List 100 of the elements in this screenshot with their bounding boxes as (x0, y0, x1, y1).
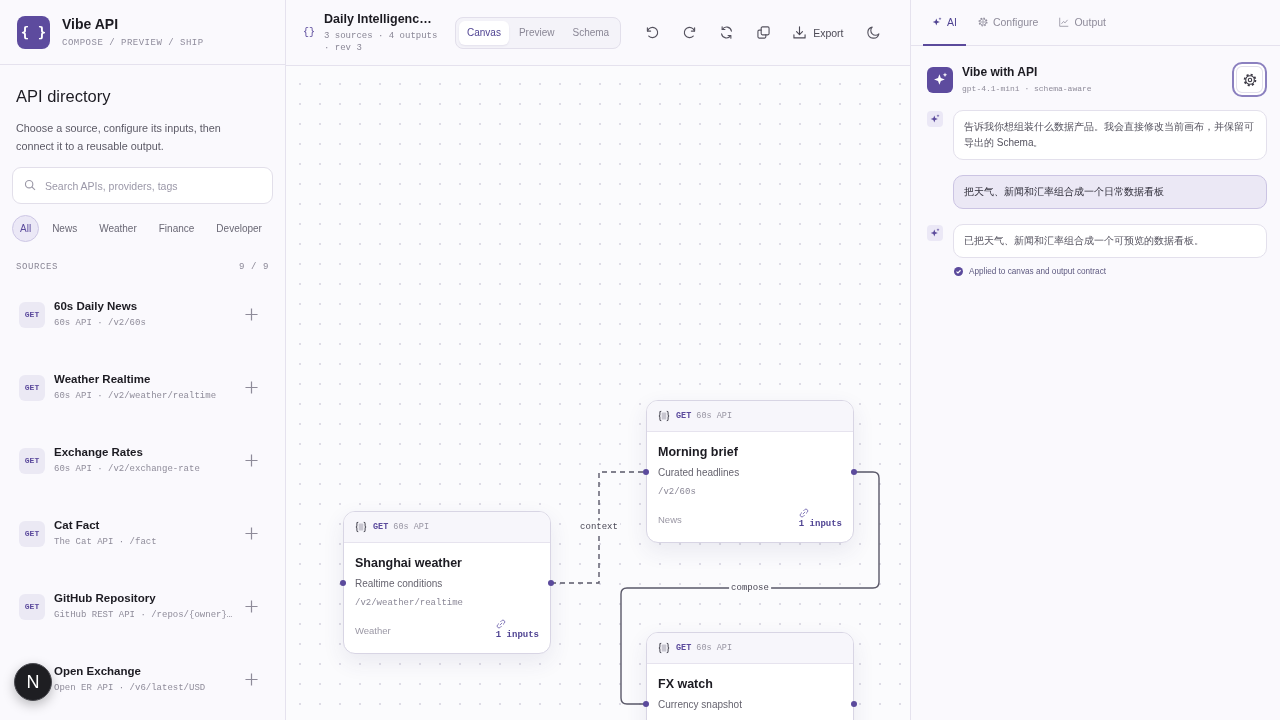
source-endpoint: 60s API · /v2/60s (54, 317, 147, 330)
source-name: GitHub Repository (54, 591, 157, 606)
check-circle-icon (954, 267, 963, 276)
assistant-title: Vibe with API (962, 65, 1039, 80)
plus-icon (244, 527, 258, 540)
filter-chip[interactable]: Weather (90, 215, 146, 242)
status-text: Applied to canvas and output contract (969, 267, 1106, 276)
node-endpoint: /v2/60s (658, 486, 697, 498)
node-category: News (658, 513, 682, 525)
source-endpoint: 60s API · /v2/weather/realtime (54, 390, 218, 403)
method-badge: GET (19, 447, 45, 474)
assistant-message: 告诉我你想组装什么数据产品。我会直接修改当前画布，并保留可导出的 Schema。 (953, 110, 1267, 160)
refresh-icon (719, 26, 733, 39)
connection-port[interactable] (340, 580, 346, 586)
sparkle-icon (927, 225, 943, 241)
link-icon (495, 619, 506, 629)
search-icon (24, 179, 36, 191)
braces-icon (658, 642, 670, 654)
source-name: Open Exchange (54, 664, 142, 679)
node-card[interactable]: GET 60s API FX watch Currency snapshot (646, 632, 854, 720)
plus-icon (244, 454, 258, 467)
settings-icon (1242, 72, 1257, 87)
view-tab[interactable]: Schema (564, 20, 618, 45)
panel-tab[interactable]: Configure (968, 0, 1048, 46)
method-badge: GET (19, 301, 45, 328)
node-subtitle: Curated headlines (658, 466, 741, 480)
source-name: 60s Daily News (54, 299, 139, 314)
source-count: 9 / 9 (239, 261, 269, 273)
node-title: Morning brief (658, 444, 739, 460)
connection-port[interactable] (548, 580, 554, 586)
provider-label: 60s API (696, 643, 733, 653)
plus-icon (244, 381, 258, 394)
gear-icon (977, 17, 988, 27)
section-label: SOURCES (16, 261, 58, 273)
source-endpoint: The Cat API · /fact (54, 536, 158, 549)
export-button[interactable]: Export (785, 17, 852, 48)
edge-label: context (578, 520, 620, 534)
braces-icon (355, 521, 367, 533)
method-label: GET (676, 643, 692, 653)
view-tab[interactable]: Canvas (459, 20, 509, 45)
source-name: Weather Realtime (54, 372, 152, 387)
input-count: 1 inputs (798, 518, 842, 530)
sparkle-icon (927, 66, 953, 93)
document-icon: {} (303, 27, 316, 38)
assistant-message: 已把天气、新闻和汇率组合成一个可预览的数据看板。 (953, 224, 1267, 258)
source-endpoint: Open ER API · /v6/latest/USD (54, 682, 207, 695)
sparkle-icon (927, 111, 943, 127)
search-field[interactable]: Search APIs, providers, tags (12, 167, 273, 204)
moon-icon (867, 26, 881, 39)
app-logo: { } (17, 15, 50, 49)
document-meta: 3 sources · 4 outputs · rev 3 (324, 30, 439, 54)
node-subtitle: Realtime conditions (355, 577, 444, 591)
sparkle-icon (932, 17, 942, 27)
provider-label: 60s API (393, 522, 430, 532)
method-badge: GET (19, 593, 45, 620)
redo-icon (682, 26, 696, 39)
node-title: Shanghai weather (355, 555, 463, 571)
filter-chip[interactable]: Finance (149, 215, 204, 242)
panel-title: API directory (15, 86, 112, 107)
filter-chip[interactable]: Developer (207, 215, 271, 242)
method-label: GET (373, 522, 389, 532)
user-message: 把天气、新闻和汇率组合成一个日常数据看板 (953, 175, 1267, 209)
plus-icon (244, 673, 258, 686)
node-endpoint: /v2/weather/realtime (355, 597, 465, 609)
source-name: Exchange Rates (54, 445, 144, 460)
app-tagline: COMPOSE / PREVIEW / SHIP (62, 36, 204, 50)
panel-tab[interactable]: AI (923, 0, 966, 46)
filter-chip[interactable]: News (43, 215, 87, 242)
method-label: GET (676, 411, 692, 421)
view-tab[interactable]: Preview (510, 20, 563, 45)
panel-description: Choose a source, configure its inputs, then connect it to a reusable output. (15, 121, 222, 154)
copy-icon (756, 26, 770, 39)
connection-port[interactable] (851, 469, 857, 475)
settings-button[interactable] (1232, 62, 1267, 97)
model-label: gpt-4.1-mini · schema-aware (962, 84, 1093, 94)
undo-icon (645, 26, 659, 39)
node-card[interactable]: GET 60s API Shanghai weather Realtime conditions /v2/weather/realtime Weather 1 inputs (343, 511, 551, 654)
app-name: Vibe API (62, 14, 120, 33)
method-badge: GET (19, 520, 45, 547)
filter-chip[interactable]: All (12, 215, 40, 242)
node-category: Weather (355, 624, 391, 636)
edge-label: compose (729, 581, 771, 595)
connection-port[interactable] (643, 469, 649, 475)
provider-label: 60s API (696, 411, 733, 421)
node-title: FX watch (658, 676, 714, 692)
input-count: 1 inputs (495, 629, 539, 641)
node-card[interactable]: GET 60s API Morning brief Curated headlines /v2/60s News 1 inputs (646, 400, 854, 543)
document-title: Daily Intelligenc… (324, 11, 433, 27)
connection-port[interactable] (643, 701, 649, 707)
connection-port[interactable] (851, 701, 857, 707)
download-icon (793, 26, 807, 39)
node-subtitle: Currency snapshot (658, 698, 743, 712)
source-endpoint: GitHub REST API · /repos/{owner}… (54, 609, 231, 622)
plus-icon (244, 308, 258, 321)
plus-icon (244, 600, 258, 613)
braces-icon (658, 410, 670, 422)
panel-tab[interactable]: Output (1050, 0, 1115, 46)
source-endpoint: 60s API · /v2/exchange-rate (54, 463, 201, 476)
method-badge: GET (19, 374, 45, 401)
line-chart-icon (1059, 17, 1070, 27)
